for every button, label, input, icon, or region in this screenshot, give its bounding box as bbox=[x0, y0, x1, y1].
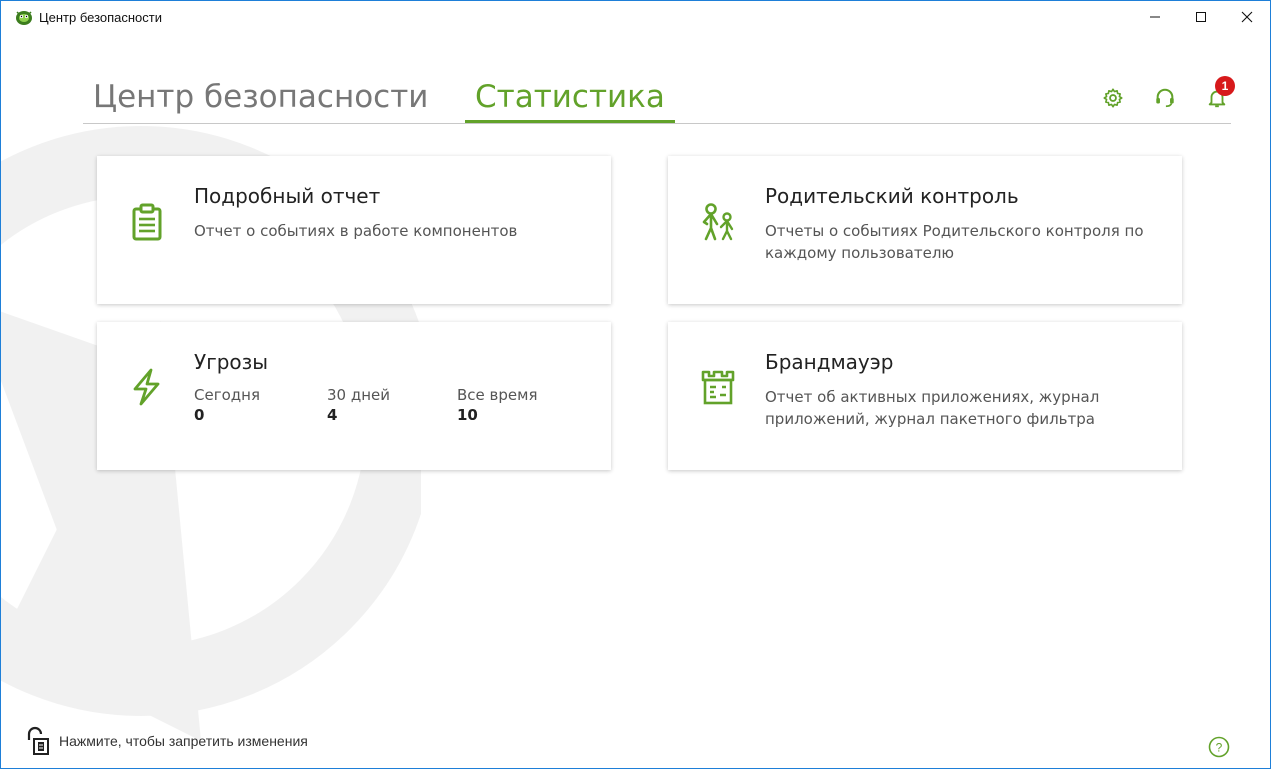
firewall-card[interactable]: Брандмауэр Отчет об активных приложениях… bbox=[668, 322, 1182, 470]
tab-bar: Центр безопасности Статистика bbox=[83, 71, 1231, 124]
report-card[interactable]: Подробный отчет Отчет о событиях в работ… bbox=[97, 156, 611, 304]
parental-control-card-description: Отчеты о событиях Родительского контроля… bbox=[765, 222, 1144, 262]
close-button[interactable] bbox=[1224, 1, 1270, 33]
lock-settings-label: Нажмите, чтобы запретить изменения bbox=[59, 733, 308, 749]
stat-value: 4 bbox=[327, 406, 338, 424]
minimize-icon bbox=[1150, 16, 1160, 18]
notifications-button[interactable]: 1 bbox=[1204, 76, 1235, 111]
stat-label: Все время bbox=[457, 386, 538, 404]
header-icons: 1 bbox=[1100, 76, 1235, 111]
threats-stat-today: Сегодня 0 bbox=[194, 386, 260, 424]
tab-statistics[interactable]: Статистика bbox=[465, 71, 675, 123]
window-controls bbox=[1132, 1, 1270, 33]
clipboard-icon bbox=[132, 203, 162, 241]
firewall-card-description: Отчет об активных приложениях, журнал пр… bbox=[765, 388, 1100, 428]
tab-security-center[interactable]: Центр безопасности bbox=[93, 71, 428, 122]
threats-card[interactable]: Угрозы Сегодня 0 30 дней 4 Все время 10 bbox=[97, 322, 611, 470]
maximize-button[interactable] bbox=[1178, 1, 1224, 33]
threats-card-title: Угрозы bbox=[194, 350, 269, 374]
settings-button[interactable] bbox=[1100, 85, 1126, 111]
castle-icon bbox=[701, 370, 735, 405]
parental-control-card[interactable]: Родительский контроль Отчеты о событиях … bbox=[668, 156, 1182, 304]
lightning-icon bbox=[133, 368, 160, 406]
parent-child-icon bbox=[702, 203, 734, 241]
app-window: Центр безопасности Центр безопасности Ст… bbox=[0, 0, 1271, 769]
app-logo-icon bbox=[16, 11, 32, 25]
firewall-card-title: Брандмауэр bbox=[765, 350, 894, 374]
headset-icon bbox=[1156, 88, 1174, 108]
stat-label: Сегодня bbox=[194, 386, 260, 404]
report-card-title: Подробный отчет bbox=[194, 184, 381, 208]
stat-value: 0 bbox=[194, 406, 205, 424]
parental-control-card-title: Родительский контроль bbox=[765, 184, 1019, 208]
window-title: Центр безопасности bbox=[39, 9, 163, 25]
lock-settings-button[interactable]: Нажмите, чтобы запретить изменения bbox=[25, 726, 308, 756]
help-icon[interactable]: ? bbox=[1208, 736, 1230, 758]
threats-stat-all-time: Все время 10 bbox=[457, 386, 537, 424]
title-bar: Центр безопасности bbox=[1, 1, 1270, 33]
gear-icon bbox=[1103, 88, 1123, 108]
stat-label: 30 дней bbox=[327, 386, 391, 404]
padlock-icon bbox=[27, 726, 49, 755]
notification-badge: 1 bbox=[1215, 76, 1235, 96]
stat-value: 10 bbox=[457, 406, 478, 424]
close-icon bbox=[1241, 11, 1253, 23]
svg-text:?: ? bbox=[1216, 741, 1223, 755]
minimize-button[interactable] bbox=[1132, 1, 1178, 33]
threats-stat-30-days: 30 дней 4 bbox=[327, 386, 390, 424]
report-card-description: Отчет о событиях в работе компонентов bbox=[194, 222, 518, 240]
support-button[interactable] bbox=[1152, 85, 1178, 111]
maximize-icon bbox=[1196, 12, 1206, 22]
